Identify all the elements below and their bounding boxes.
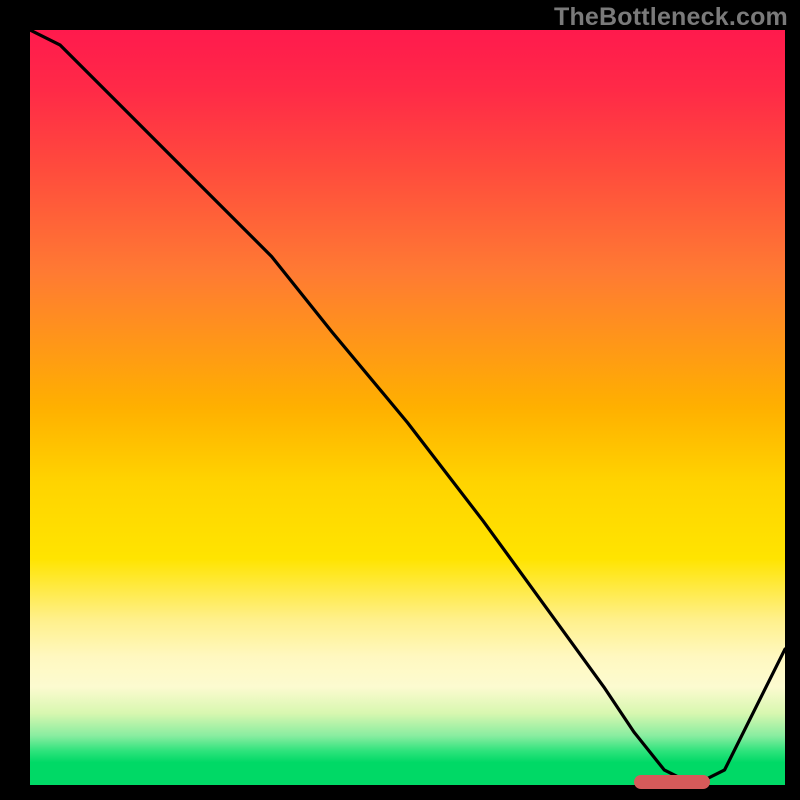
- bottleneck-curve-path: [30, 30, 785, 785]
- optimal-range-marker: [634, 775, 710, 789]
- bottleneck-curve-svg: [30, 30, 785, 785]
- watermark-text: TheBottleneck.com: [554, 3, 788, 32]
- chart-plot-area: [30, 30, 785, 785]
